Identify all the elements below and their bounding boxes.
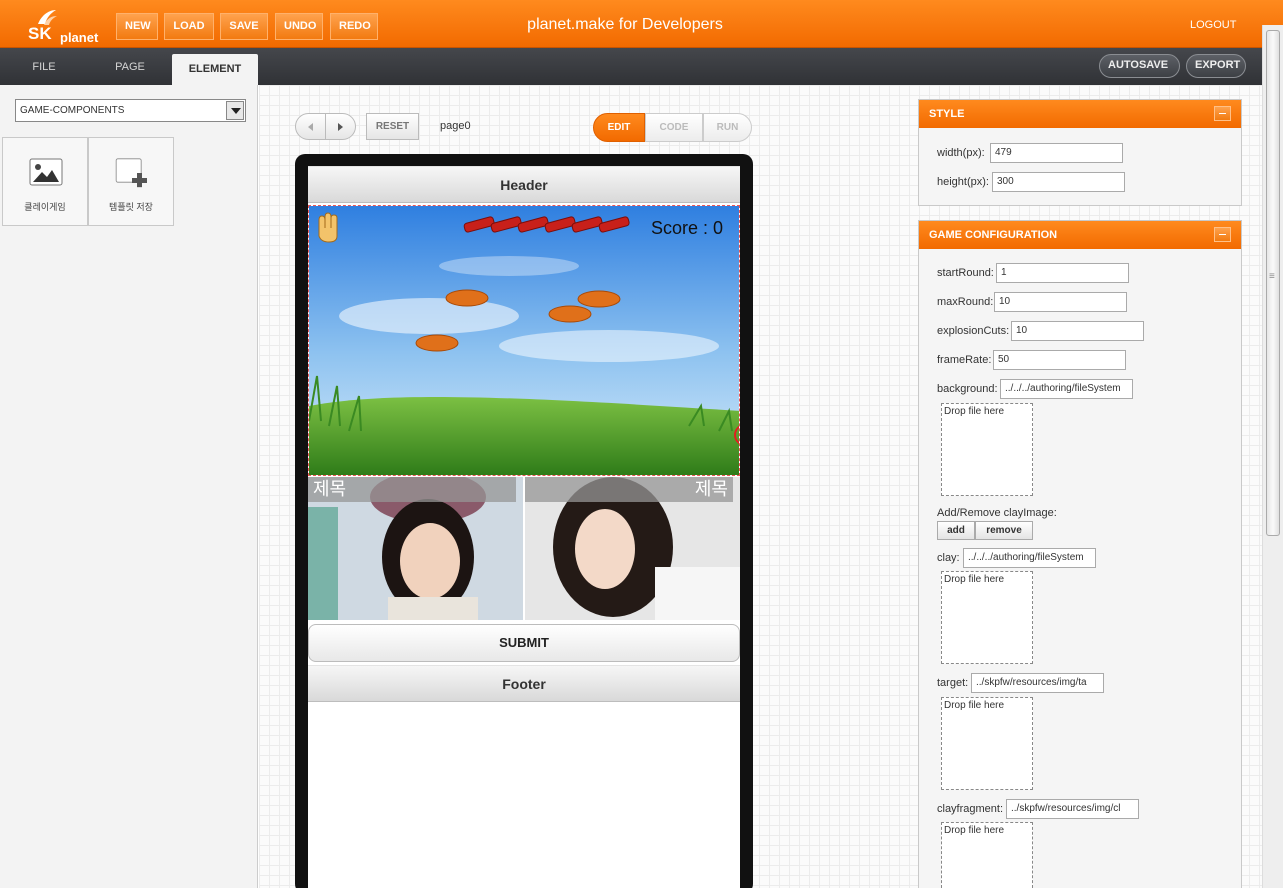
style-panel-header: STYLE	[919, 100, 1241, 128]
collapse-icon[interactable]	[1214, 106, 1231, 121]
panel-title: GAME CONFIGURATION	[929, 229, 1058, 241]
undo-button[interactable]: UNDO	[275, 13, 323, 40]
image-icon	[29, 158, 63, 186]
load-button[interactable]: LOAD	[164, 13, 214, 40]
chevron-left-icon	[308, 123, 313, 131]
clay-label: clay:	[937, 552, 960, 564]
width-field[interactable]: 479	[990, 143, 1123, 163]
start-round-label: startRound:	[937, 267, 994, 279]
component-clay-game[interactable]: 클레이게임	[2, 137, 88, 226]
photo-caption-2: 제목	[525, 477, 733, 502]
photo-tile-1[interactable]: 제목	[308, 477, 523, 620]
clayfragment-label: clayfragment:	[937, 803, 1004, 815]
save-button[interactable]: SAVE	[220, 13, 268, 40]
autosave-button[interactable]: AUTOSAVE	[1099, 54, 1180, 78]
photo-caption-1: 제목	[308, 477, 516, 502]
game-scene	[309, 206, 739, 475]
clay-add-remove-label: Add/Remove clayImage:	[937, 507, 1057, 519]
add-template-icon	[115, 158, 147, 188]
game-config-header: GAME CONFIGURATION	[919, 221, 1241, 249]
reset-button[interactable]: RESET	[366, 113, 419, 140]
height-label: height(px):	[937, 176, 989, 188]
component-label: 클레이게임	[24, 202, 66, 212]
select-value: GAME-COMPONENTS	[20, 105, 125, 116]
width-label: width(px):	[937, 147, 985, 159]
background-label: background:	[937, 383, 998, 395]
collapse-icon[interactable]	[1214, 227, 1231, 242]
new-button[interactable]: NEW	[116, 13, 158, 40]
export-button[interactable]: EXPORT	[1186, 54, 1246, 78]
clayfragment-field[interactable]: ../skpfw/resources/img/cl	[1006, 799, 1139, 819]
frame-rate-field[interactable]: 50	[993, 350, 1126, 370]
target-field[interactable]: ../skpfw/resources/img/ta	[971, 673, 1104, 693]
next-page-button[interactable]	[325, 113, 356, 140]
phone-screen: Header Score: 0 제목 제목 SUBMIT Footer	[308, 166, 740, 888]
frame-rate-label: frameRate:	[937, 354, 992, 366]
target-drop-zone[interactable]: Drop file here	[941, 697, 1033, 790]
height-field[interactable]: 300	[992, 172, 1125, 192]
component-category-select[interactable]: GAME-COMPONENTS	[15, 99, 246, 122]
logo-brand: SK	[28, 24, 52, 43]
logout-link[interactable]: LOGOUT	[1190, 19, 1236, 31]
chevron-right-icon	[338, 123, 343, 131]
add-clay-button[interactable]: add	[937, 521, 975, 540]
tab-bar: FILE PAGE ELEMENT AUTOSAVE EXPORT	[0, 48, 1283, 85]
remove-clay-button[interactable]: remove	[975, 521, 1033, 540]
panel-title: STYLE	[929, 108, 965, 120]
page-header[interactable]: Header	[308, 166, 740, 203]
max-round-label: maxRound:	[937, 296, 994, 308]
mode-run-button[interactable]: RUN	[703, 113, 752, 142]
photo-tile-2[interactable]: 제목	[525, 477, 740, 620]
explosion-cuts-field[interactable]: 10	[1011, 321, 1144, 341]
left-sidebar: GAME-COMPONENTS 클레이게임 템플릿 저장	[0, 85, 258, 888]
app-title: planet.make for Developers	[527, 16, 723, 33]
score-text: Score : 0	[650, 218, 723, 238]
page-footer[interactable]: Footer	[308, 665, 740, 702]
sk-planet-logo: SK planet	[28, 8, 106, 45]
submit-button[interactable]: SUBMIT	[308, 624, 740, 662]
background-field[interactable]: ../../../authoring/fileSystem	[1000, 379, 1133, 399]
clay-game-element[interactable]: Score : 0	[308, 205, 740, 476]
page-scrollbar[interactable]	[1262, 25, 1283, 888]
mode-code-button[interactable]: CODE	[645, 113, 703, 142]
component-label: 템플릿 저장	[109, 202, 153, 212]
chevron-down-icon[interactable]	[226, 101, 244, 120]
mode-edit-button[interactable]: EDIT	[593, 113, 645, 142]
background-drop-zone[interactable]: Drop file here	[941, 403, 1033, 496]
clay-field[interactable]: ../../../authoring/fileSystem	[963, 548, 1096, 568]
tab-file[interactable]: FILE	[0, 54, 88, 85]
prev-page-button[interactable]	[295, 113, 326, 140]
target-label: target:	[937, 677, 969, 689]
top-toolbar: SK planet NEW LOAD SAVE UNDO REDO planet…	[0, 0, 1283, 48]
logo-sub: planet	[60, 30, 99, 45]
clay-drop-zone[interactable]: Drop file here	[941, 571, 1033, 664]
scrollbar-thumb[interactable]	[1266, 30, 1280, 536]
component-save-template[interactable]: 템플릿 저장	[88, 137, 174, 226]
start-round-field[interactable]: 1	[996, 263, 1129, 283]
max-round-field[interactable]: 10	[994, 292, 1127, 312]
redo-button[interactable]: REDO	[330, 13, 378, 40]
clayfragment-drop-zone[interactable]: Drop file here	[941, 822, 1033, 888]
explosion-cuts-label: explosionCuts:	[937, 325, 1010, 337]
tab-page[interactable]: PAGE	[88, 54, 172, 85]
page-name: page0	[440, 120, 471, 132]
tab-element[interactable]: ELEMENT	[172, 54, 258, 85]
